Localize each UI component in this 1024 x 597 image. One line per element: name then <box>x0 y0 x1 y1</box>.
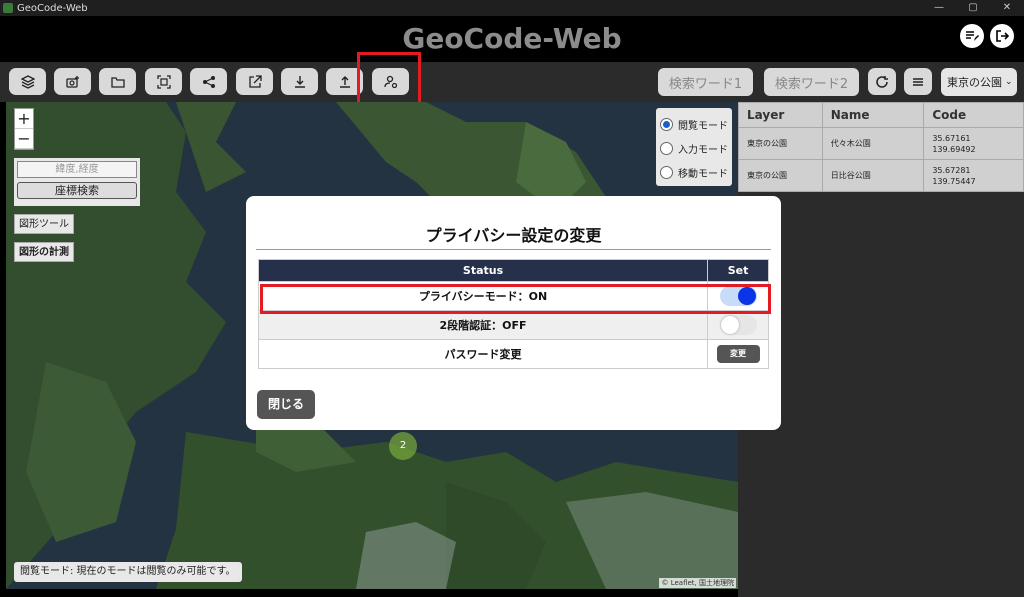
close-window-button[interactable]: ✕ <box>990 0 1024 16</box>
window-title: GeoCode-Web <box>17 2 88 14</box>
list-button[interactable] <box>904 68 932 95</box>
download-button[interactable] <box>281 68 318 95</box>
cell-name: 代々木公園 <box>821 127 925 160</box>
close-modal-button[interactable]: 閉じる <box>257 390 315 419</box>
highlight-privacy-row <box>260 284 771 314</box>
highlight-privacy-button <box>357 52 421 107</box>
add-photo-button[interactable] <box>54 68 91 95</box>
cell-code: 35.67161 139.69492 <box>923 127 1024 160</box>
app-title: GeoCode-Web <box>402 22 622 55</box>
cell-layer: 東京の公園 <box>738 127 823 160</box>
mode-view-label: 閲覧モード <box>678 120 728 132</box>
share-button[interactable] <box>190 68 227 95</box>
two-factor-row: 2段階認証：OFF <box>257 310 769 340</box>
cell-code: 35.67281 139.75447 <box>923 159 1024 192</box>
radio-view[interactable] <box>660 117 673 131</box>
download-icon <box>294 75 305 88</box>
shape-tool-button[interactable]: 図形ツール <box>14 214 74 234</box>
col-code: Code <box>923 102 1024 128</box>
keyword2-button[interactable]: 検索ワード2 <box>764 68 859 96</box>
mode-status-bar: 閲覧モード: 現在のモードは閲覧のみ可能です。 <box>14 562 242 582</box>
qr-scan-button[interactable] <box>145 68 182 95</box>
edit-list-button[interactable] <box>960 24 984 48</box>
table-row[interactable]: 東京の公園 日比谷公園 35.67281 139.75447 <box>738 159 1024 192</box>
col-status: Status <box>257 259 709 282</box>
app-header: GeoCode-Web <box>0 16 1024 62</box>
chevron-down-icon: ⌄ <box>1005 77 1013 87</box>
open-folder-button[interactable] <box>99 68 136 95</box>
results-table: Layer Name Code 東京の公園 代々木公園 35.67161 139.… <box>738 102 1024 192</box>
coord-search-panel: 緯度,経度 座標検索 <box>14 158 140 206</box>
folder-icon <box>110 76 125 88</box>
mode-view[interactable]: 閲覧モード <box>660 112 728 136</box>
keyword1-button[interactable]: 検索ワード1 <box>658 68 753 96</box>
coord-input[interactable]: 緯度,経度 <box>17 161 137 178</box>
col-layer: Layer <box>738 102 823 128</box>
zoom-out-button[interactable]: − <box>15 129 33 149</box>
col-set: Set <box>707 259 769 282</box>
marker-cluster[interactable]: 2 <box>389 432 417 460</box>
cell-name: 日比谷公園 <box>821 159 925 192</box>
change-password-button[interactable]: 変更 <box>716 345 760 363</box>
code-lat: 35.67281 <box>932 165 971 175</box>
layers-icon <box>20 74 35 89</box>
window-titlebar: GeoCode-Web — ▢ ✕ <box>0 0 1024 16</box>
password-row: パスワード変更 変更 <box>257 339 769 369</box>
two-factor-label: 2段階認証：OFF <box>257 310 709 340</box>
modal-title: プライバシー設定の変更 <box>256 222 771 250</box>
layer-select[interactable]: 東京の公園 ⌄ <box>941 68 1017 96</box>
code-lng: 139.75447 <box>932 176 976 186</box>
open-external-icon <box>248 74 262 88</box>
maximize-button[interactable]: ▢ <box>956 0 990 16</box>
radio-move[interactable] <box>660 165 673 179</box>
password-label: パスワード変更 <box>257 339 709 369</box>
code-lat: 35.67161 <box>932 133 971 143</box>
coord-search-button[interactable]: 座標検索 <box>17 182 137 199</box>
toolbar: 検索ワード1 検索ワード2 東京の公園 ⌄ <box>0 62 1024 102</box>
map-attribution: © Leaflet, 国土地理院 <box>659 578 736 588</box>
open-external-button[interactable] <box>236 68 273 95</box>
mode-move-label: 移動モード <box>678 168 728 180</box>
list-icon <box>913 77 923 86</box>
layers-button[interactable] <box>9 68 46 95</box>
col-name: Name <box>821 102 925 128</box>
share-icon <box>202 75 215 88</box>
table-row[interactable]: 東京の公園 代々木公園 35.67161 139.69492 <box>738 127 1024 160</box>
mode-input-label: 入力モード <box>678 144 728 156</box>
zoom-in-button[interactable]: + <box>15 109 33 129</box>
two-factor-toggle[interactable] <box>719 315 757 335</box>
cell-layer: 東京の公園 <box>738 159 823 192</box>
refresh-button[interactable] <box>868 68 896 95</box>
add-photo-icon <box>65 75 79 88</box>
zoom-control: + − <box>14 108 34 150</box>
layer-select-value: 東京の公園 <box>947 76 1002 89</box>
privacy-table: Status Set プライバシーモード：ON 2段階認証：OFF パスワード変… <box>257 259 769 369</box>
mode-move[interactable]: 移動モード <box>660 160 728 184</box>
radio-input[interactable] <box>660 141 673 155</box>
code-lng: 139.69492 <box>932 144 976 154</box>
mode-input[interactable]: 入力モード <box>660 136 728 160</box>
edit-list-icon <box>966 31 979 41</box>
minimize-button[interactable]: — <box>922 0 956 16</box>
refresh-icon <box>876 75 888 88</box>
logout-icon <box>996 30 1009 42</box>
shape-measure-button[interactable]: 図形の計測 <box>14 242 74 262</box>
upload-icon <box>339 75 350 88</box>
mode-panel: 閲覧モード 入力モード 移動モード <box>656 108 732 186</box>
logout-button[interactable] <box>990 24 1014 48</box>
app-icon <box>3 3 13 13</box>
qr-scan-icon <box>156 74 171 89</box>
